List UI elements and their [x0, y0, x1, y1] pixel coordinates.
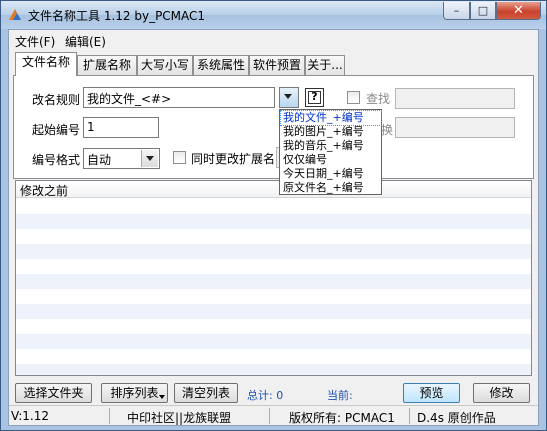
tab-extension[interactable]: 扩展名称 — [77, 55, 137, 75]
menu-edit[interactable]: 编辑(E) — [65, 33, 106, 50]
window-title: 文件名称工具 1.12 by_PCMAC1 — [28, 9, 206, 23]
number-format-value: 自动 — [87, 153, 112, 167]
rename-rule-dropdown-button[interactable] — [279, 87, 299, 108]
rename-rule-dropdown-list: 我的文件_+编号 我的图片_+编号 我的音乐_+编号 仅仅编号 今天日期_+编号… — [279, 109, 382, 195]
start-number-label: 起始编号 — [32, 123, 81, 137]
help-button[interactable]: ? — [305, 88, 324, 107]
rename-rule-label: 改名规则 — [32, 93, 81, 107]
dropdown-arrow-icon — [159, 395, 165, 399]
clear-list-button[interactable]: 清空列表 — [174, 383, 238, 403]
dropdown-item-my-pictures[interactable]: 我的图片_+编号 — [281, 125, 381, 139]
find-checkbox[interactable] — [347, 91, 360, 104]
start-number-input[interactable]: 1 — [83, 117, 159, 138]
minimize-button[interactable]: – — [443, 2, 470, 20]
status-version: V:1.12 — [11, 409, 49, 423]
preview-button[interactable]: 预览 — [403, 383, 460, 403]
number-format-label: 编号格式 — [32, 153, 81, 167]
current-label: 当前: — [327, 389, 353, 402]
change-ext-label: 同时更改扩展名 — [191, 152, 276, 166]
rename-rule-value: 我的文件_<#> — [87, 92, 172, 106]
dropdown-item-my-music[interactable]: 我的音乐_+编号 — [281, 139, 381, 153]
find-label: 查找 — [366, 92, 391, 106]
file-list[interactable]: 修改之前 — [15, 180, 532, 376]
dropdown-item-today-date[interactable]: 今天日期_+编号 — [281, 167, 381, 181]
title-bar[interactable]: 文件名称工具 1.12 by_PCMAC1 – □ ✕ — [1, 1, 546, 29]
tab-attributes[interactable]: 系统属性 — [193, 55, 249, 75]
tab-about[interactable]: 关于... — [305, 55, 345, 75]
client-area: 文件(F) 编辑(E) 文件名称 扩展名称 大写小写 系统属性 软件预置 关于.… — [8, 29, 539, 426]
tab-case[interactable]: 大写小写 — [137, 55, 193, 75]
dropdown-item-original-name[interactable]: 原文件名_+编号 — [281, 181, 381, 195]
minimize-icon: – — [453, 4, 460, 17]
maximize-button[interactable]: □ — [470, 2, 496, 20]
sort-list-label: 排序列表 — [110, 386, 159, 400]
dropdown-item-number-only[interactable]: 仅仅编号 — [281, 153, 381, 167]
status-copyright: 版权所有: PCMAC1 — [289, 411, 395, 425]
chevron-down-icon — [141, 150, 158, 167]
close-icon: ✕ — [513, 3, 524, 18]
tab-presets[interactable]: 软件预置 — [249, 55, 305, 75]
replace-label: 换 — [381, 123, 394, 137]
select-folder-button[interactable]: 选择文件夹 — [15, 383, 92, 403]
total-count: 总计: 0 — [247, 389, 284, 402]
status-community: 中印社区||龙族联盟 — [127, 411, 232, 425]
app-window: 文件名称工具 1.12 by_PCMAC1 – □ ✕ 文件(F) 编辑(E) … — [0, 0, 547, 431]
status-bar: V:1.12 中印社区||龙族联盟 版权所有: PCMAC1 D.4s 原创作品 — [9, 405, 538, 425]
list-rows — [16, 199, 531, 375]
dropdown-item-my-files[interactable]: 我的文件_+编号 — [280, 110, 382, 126]
maximize-icon: □ — [477, 4, 489, 17]
list-header: 修改之前 — [16, 181, 531, 198]
tab-file-name[interactable]: 文件名称 — [15, 52, 77, 76]
status-author: D.4s 原创作品 — [417, 411, 496, 425]
replace-input[interactable] — [395, 117, 515, 138]
close-button[interactable]: ✕ — [496, 2, 541, 20]
change-ext-checkbox[interactable] — [173, 151, 186, 164]
chevron-down-icon — [280, 88, 298, 107]
menu-bar: 文件(F) 编辑(E) — [9, 30, 538, 49]
sort-list-button[interactable]: 排序列表 — [101, 383, 168, 403]
rename-rule-input[interactable]: 我的文件_<#> — [83, 87, 275, 108]
find-input[interactable] — [395, 88, 515, 109]
modify-button[interactable]: 修改 — [473, 383, 530, 403]
menu-file[interactable]: 文件(F) — [15, 33, 55, 50]
number-format-select[interactable]: 自动 — [83, 148, 160, 169]
app-icon — [9, 9, 21, 20]
column-header-before[interactable]: 修改之前 — [20, 182, 68, 199]
